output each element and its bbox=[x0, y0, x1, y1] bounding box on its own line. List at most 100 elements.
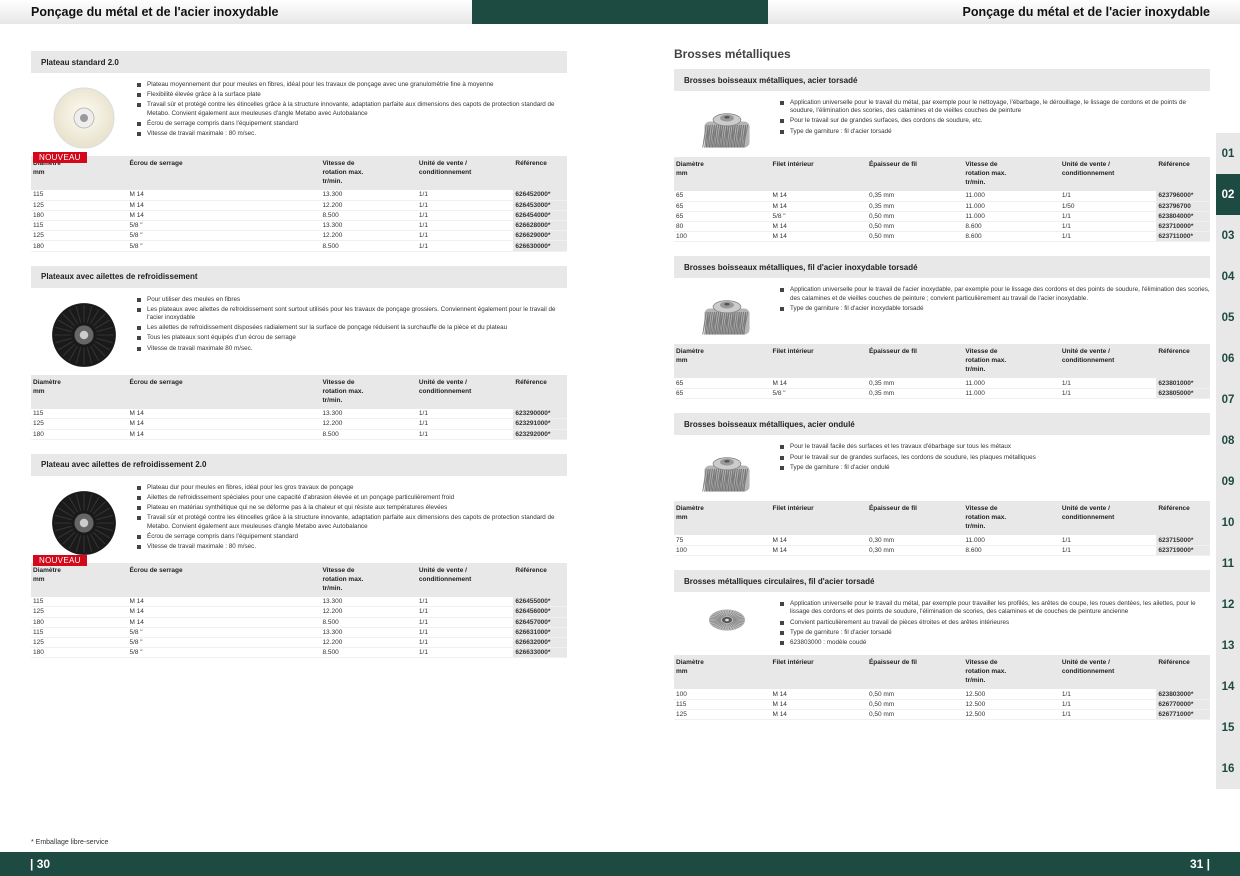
product-description: Pour le travail facile des surfaces et l… bbox=[674, 435, 1210, 501]
table-cell: 12.200 bbox=[320, 637, 417, 649]
column-header: Vitesse de rotation max. tr/min. bbox=[963, 157, 1060, 191]
product-image bbox=[674, 99, 780, 151]
table-header-row: Diamètre mm Filet intérieur Épaisseur de fi… bbox=[674, 344, 1210, 379]
section-brosses-boisseaux-metalliques-fil-d-acier-inoxydable-torsade: Brosses boisseaux métalliques, fil d'aci… bbox=[674, 256, 1210, 400]
chapter-tab-09[interactable]: 09 bbox=[1216, 461, 1240, 502]
table-cell: 5/8 " bbox=[127, 240, 321, 252]
table-cell: 8.500 bbox=[320, 647, 417, 659]
table-row: 125 5/8 " 12.200 1/1 626632000* bbox=[31, 637, 567, 649]
chapter-tab-16[interactable]: 16 bbox=[1216, 748, 1240, 789]
table-cell: 8.500 bbox=[320, 617, 417, 628]
chapter-tab-04[interactable]: 04 bbox=[1216, 256, 1240, 297]
table-cell: 8.500 bbox=[320, 429, 417, 440]
feature-item: Convient particulièrement au travail de … bbox=[780, 619, 1210, 627]
product-image bbox=[674, 600, 780, 649]
reference-cell: 623711000* bbox=[1156, 231, 1210, 243]
feature-item: Travail sûr et protégé contre les étince… bbox=[137, 514, 567, 530]
table-cell: M 14 bbox=[127, 418, 321, 430]
table-cell: 1/50 bbox=[1059, 201, 1157, 212]
chapter-tab-07[interactable]: 07 bbox=[1216, 379, 1240, 420]
table-row: 125 5/8 " 12.200 1/1 626629000* bbox=[31, 230, 567, 242]
feature-item: Application universelle pour le travail … bbox=[780, 600, 1210, 616]
feature-item: Vitesse de travail maximale : 80 m/sec. bbox=[137, 543, 567, 551]
table-cell: M 14 bbox=[770, 221, 867, 233]
product-table: Diamètre mm Écrou de serrage Vitesse de rota… bbox=[31, 562, 567, 659]
table-cell: 13.300 bbox=[320, 190, 417, 201]
table-cell: 12.500 bbox=[963, 689, 1060, 700]
table-cell: M 14 bbox=[127, 429, 321, 440]
table-cell: 115 bbox=[31, 596, 128, 608]
feature-item: Vitesse de travail maximale 80 m/sec. bbox=[137, 345, 567, 353]
table-cell: M 14 bbox=[770, 689, 867, 700]
column-header: Épaisseur de fil bbox=[866, 655, 964, 690]
product-table: Diamètre mm Filet intérieur Épaisseur de fi… bbox=[674, 501, 1210, 557]
table-cell: 75 bbox=[674, 535, 771, 547]
table-cell: 1/1 bbox=[1059, 378, 1157, 390]
table-cell: 1/1 bbox=[1059, 388, 1157, 400]
table-row: 65 M 14 0,35 mm 11.000 1/1 623796000* bbox=[674, 191, 1210, 202]
table-cell: 65 bbox=[674, 388, 771, 400]
right-header-title: Ponçage du métal et de l'acier inoxydabl… bbox=[962, 5, 1211, 19]
table-cell: 12.200 bbox=[320, 418, 417, 430]
product-description: Pour utiliser des meules en fibres Les pl… bbox=[31, 288, 567, 375]
feature-item: Type de garniture : fil d'acier torsadé bbox=[780, 128, 1210, 136]
table-cell: 65 bbox=[674, 378, 771, 390]
column-header: Diamètre mm bbox=[674, 501, 771, 536]
table-cell: 12.200 bbox=[320, 230, 417, 242]
table-row: 115 M 14 13.300 1/1 623290000* bbox=[31, 408, 567, 420]
table-row: 125 M 14 12.200 1/1 623291000* bbox=[31, 418, 567, 430]
feature-item: Écrou de serrage compris dans l'équipeme… bbox=[137, 120, 567, 128]
table-cell: 1/1 bbox=[416, 210, 514, 222]
chapter-tab-08[interactable]: 08 bbox=[1216, 420, 1240, 461]
table-cell: 5/8 " bbox=[770, 388, 867, 400]
feature-item: Pour le travail sur de grandes surfaces,… bbox=[780, 454, 1036, 462]
table-cell: 65 bbox=[674, 211, 771, 223]
chapter-tab-13[interactable]: 13 bbox=[1216, 625, 1240, 666]
column-header: Vitesse de rotation max. tr/min. bbox=[963, 501, 1060, 536]
table-cell: 1/1 bbox=[416, 429, 514, 440]
column-header: Référence bbox=[1156, 501, 1210, 536]
section-title: Brosses boisseaux métalliques, acier tor… bbox=[674, 69, 1210, 91]
chapter-tab-01[interactable]: 01 bbox=[1216, 133, 1240, 174]
chapter-tab-15[interactable]: 15 bbox=[1216, 707, 1240, 748]
chapter-tab-10[interactable]: 10 bbox=[1216, 502, 1240, 543]
table-cell: 0,50 mm bbox=[866, 231, 964, 243]
section-brosses-boisseaux-metalliques-acier-ondule: Brosses boisseaux métalliques, acier ond… bbox=[674, 413, 1210, 557]
reference-cell: 626631000* bbox=[513, 627, 567, 638]
chapter-tab-12[interactable]: 12 bbox=[1216, 584, 1240, 625]
table-cell: 11.000 bbox=[963, 211, 1060, 223]
table-cell: 1/1 bbox=[1059, 689, 1157, 700]
chapter-tab-14[interactable]: 14 bbox=[1216, 666, 1240, 707]
reference-cell: 626452000* bbox=[513, 190, 567, 201]
column-header: Diamètre mm bbox=[674, 157, 771, 191]
product-image: NOUVEAU bbox=[31, 81, 137, 163]
chapter-tab-05[interactable]: 05 bbox=[1216, 297, 1240, 338]
chapter-tab-11[interactable]: 11 bbox=[1216, 543, 1240, 584]
table-cell: 8.500 bbox=[320, 210, 417, 222]
column-header: Diamètre mm bbox=[674, 344, 771, 379]
table-cell: 0,50 mm bbox=[866, 699, 964, 711]
table-cell: 1/1 bbox=[416, 627, 514, 638]
chapter-tab-02[interactable]: 02 bbox=[1216, 174, 1240, 215]
table-cell: 8.500 bbox=[320, 240, 417, 252]
table-row: 65 5/8 " 0,35 mm 11.000 1/1 623805000* bbox=[674, 388, 1210, 400]
chapter-tab-06[interactable]: 06 bbox=[1216, 338, 1240, 379]
column-header: Diamètre mm bbox=[31, 562, 128, 597]
table-cell: M 14 bbox=[770, 191, 867, 202]
feature-item: Vitesse de travail maximale : 80 m/sec. bbox=[137, 130, 567, 138]
chapter-tab-03[interactable]: 03 bbox=[1216, 215, 1240, 256]
table-cell: 13.300 bbox=[320, 408, 417, 420]
section-plateaux-avec-ailettes-de-refroidissement: Plateaux avec ailettes de refroidissemen… bbox=[31, 265, 567, 440]
column-header: Filet intérieur bbox=[770, 344, 867, 379]
feature-item: Pour le travail facile des surfaces et l… bbox=[780, 443, 1036, 451]
table-cell: 115 bbox=[31, 220, 128, 232]
table-cell: 12.500 bbox=[963, 699, 1060, 711]
reference-cell: 626457000* bbox=[513, 617, 567, 628]
reference-cell: 626633000* bbox=[513, 647, 567, 659]
product-image bbox=[31, 296, 137, 369]
reference-cell: 623803000* bbox=[1156, 689, 1210, 700]
table-cell: M 14 bbox=[770, 535, 867, 547]
column-header: Filet intérieur bbox=[770, 157, 867, 191]
feature-item: Plateau dur pour meules en fibres, idéal… bbox=[137, 484, 567, 492]
reference-cell: 623290000* bbox=[513, 408, 567, 420]
